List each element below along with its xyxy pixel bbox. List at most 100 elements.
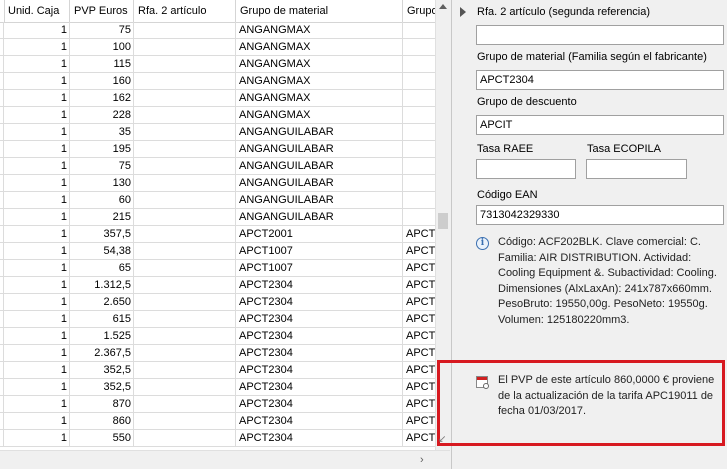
cell-rfa2[interactable] <box>134 430 236 446</box>
table-row[interactable]: 1 615 APCT2304 APCT <box>0 311 435 328</box>
cell-rfa2[interactable] <box>134 311 236 327</box>
articles-grid[interactable]: Unid. Caja PVP Euros Rfa. 2 artículo Gru… <box>0 0 450 469</box>
cell-rfa2[interactable] <box>134 226 236 242</box>
cell-grupo[interactable] <box>403 73 435 89</box>
cell-pvp-euros[interactable]: 130 <box>70 175 134 191</box>
cell-grupo[interactable]: APCT <box>403 328 435 344</box>
cell-pvp-euros[interactable]: 195 <box>70 141 134 157</box>
cell-rfa2[interactable] <box>134 192 236 208</box>
cell-rfa2[interactable] <box>134 413 236 429</box>
cell-grupo[interactable] <box>403 56 435 72</box>
column-header-rfa2[interactable]: Rfa. 2 artículo <box>134 0 236 22</box>
resize-grip-icon[interactable]: ↙ <box>438 434 446 445</box>
cell-unid-caja[interactable]: 1 <box>4 107 70 123</box>
cell-grupo[interactable]: APCT <box>403 260 435 276</box>
column-header-grupo-material[interactable]: Grupo de material <box>236 0 403 22</box>
cell-rfa2[interactable] <box>134 175 236 191</box>
cell-pvp-euros[interactable]: 615 <box>70 311 134 327</box>
cell-grupo-material[interactable]: ANGANGMAX <box>236 56 403 72</box>
cell-unid-caja[interactable]: 1 <box>4 124 70 140</box>
scroll-right-arrow-icon[interactable]: › <box>420 454 424 466</box>
cell-grupo-material[interactable]: APCT2304 <box>236 430 403 446</box>
cell-grupo-material[interactable]: APCT2304 <box>236 294 403 310</box>
cell-grupo-material[interactable]: ANGANGMAX <box>236 73 403 89</box>
cell-grupo-material[interactable]: APCT2304 <box>236 311 403 327</box>
cell-rfa2[interactable] <box>134 277 236 293</box>
cell-unid-caja[interactable]: 1 <box>4 22 70 38</box>
cell-grupo-material[interactable]: ANGANGMAX <box>236 39 403 55</box>
cell-pvp-euros[interactable]: 162 <box>70 90 134 106</box>
cell-unid-caja[interactable]: 1 <box>4 56 70 72</box>
cell-grupo[interactable]: APCT <box>403 362 435 378</box>
cell-grupo[interactable] <box>403 209 435 225</box>
grupo-descuento-input[interactable] <box>476 115 724 135</box>
cell-pvp-euros[interactable]: 550 <box>70 430 134 446</box>
table-row[interactable]: 1 75 ANGANGUILABAR <box>0 158 435 175</box>
cell-rfa2[interactable] <box>134 56 236 72</box>
cell-pvp-euros[interactable]: 35 <box>70 124 134 140</box>
table-row[interactable]: 1 35 ANGANGUILABAR <box>0 124 435 141</box>
cell-unid-caja[interactable]: 1 <box>4 209 70 225</box>
table-row[interactable]: 1 228 ANGANGMAX <box>0 107 435 124</box>
cell-rfa2[interactable] <box>134 328 236 344</box>
cell-grupo[interactable]: APCT <box>403 413 435 429</box>
scroll-thumb[interactable] <box>438 213 448 229</box>
table-row[interactable]: 1 215 ANGANGUILABAR <box>0 209 435 226</box>
cell-grupo-material[interactable]: APCT1007 <box>236 243 403 259</box>
cell-grupo-material[interactable]: APCT2304 <box>236 277 403 293</box>
cell-pvp-euros[interactable]: 54,38 <box>70 243 134 259</box>
cell-rfa2[interactable] <box>134 243 236 259</box>
cell-unid-caja[interactable]: 1 <box>4 413 70 429</box>
cell-grupo[interactable] <box>403 192 435 208</box>
cell-grupo-material[interactable]: APCT2001 <box>236 226 403 242</box>
cell-grupo[interactable] <box>403 175 435 191</box>
codigo-ean-input[interactable] <box>476 205 724 225</box>
cell-pvp-euros[interactable]: 65 <box>70 260 134 276</box>
cell-grupo-material[interactable]: ANGANGUILABAR <box>236 192 403 208</box>
cell-unid-caja[interactable]: 1 <box>4 277 70 293</box>
cell-grupo[interactable]: APCT <box>403 396 435 412</box>
cell-grupo-material[interactable]: ANGANGMAX <box>236 90 403 106</box>
cell-grupo[interactable] <box>403 141 435 157</box>
cell-pvp-euros[interactable]: 860 <box>70 413 134 429</box>
cell-unid-caja[interactable]: 1 <box>4 362 70 378</box>
table-row[interactable]: 1 357,5 APCT2001 APCT <box>0 226 435 243</box>
cell-grupo-material[interactable]: ANGANGUILABAR <box>236 158 403 174</box>
cell-unid-caja[interactable]: 1 <box>4 294 70 310</box>
cell-rfa2[interactable] <box>134 294 236 310</box>
cell-unid-caja[interactable]: 1 <box>4 90 70 106</box>
cell-grupo[interactable]: APCT <box>403 243 435 259</box>
cell-unid-caja[interactable]: 1 <box>4 175 70 191</box>
column-header-unid-caja[interactable]: Unid. Caja <box>4 0 70 22</box>
cell-pvp-euros[interactable]: 357,5 <box>70 226 134 242</box>
cell-grupo-material[interactable]: APCT2304 <box>236 379 403 395</box>
cell-unid-caja[interactable]: 1 <box>4 73 70 89</box>
cell-grupo-material[interactable]: APCT2304 <box>236 396 403 412</box>
table-row[interactable]: 1 352,5 APCT2304 APCT <box>0 379 435 396</box>
cell-pvp-euros[interactable]: 75 <box>70 158 134 174</box>
cell-pvp-euros[interactable]: 215 <box>70 209 134 225</box>
cell-pvp-euros[interactable]: 2.367,5 <box>70 345 134 361</box>
cell-pvp-euros[interactable]: 1.525 <box>70 328 134 344</box>
table-row[interactable]: 1 2.650 APCT2304 APCT <box>0 294 435 311</box>
cell-grupo[interactable]: APCT <box>403 277 435 293</box>
cell-grupo-material[interactable]: ANGANGUILABAR <box>236 175 403 191</box>
table-row[interactable]: 1 100 ANGANGMAX <box>0 39 435 56</box>
cell-rfa2[interactable] <box>134 209 236 225</box>
table-row[interactable]: 1 130 ANGANGUILABAR <box>0 175 435 192</box>
cell-pvp-euros[interactable]: 100 <box>70 39 134 55</box>
table-row[interactable]: 1 75 ANGANGMAX <box>0 22 435 39</box>
cell-unid-caja[interactable]: 1 <box>4 39 70 55</box>
table-row[interactable]: 1 65 APCT1007 APCT <box>0 260 435 277</box>
cell-rfa2[interactable] <box>134 396 236 412</box>
table-row[interactable]: 1 550 APCT2304 APCT <box>0 430 435 447</box>
cell-rfa2[interactable] <box>134 362 236 378</box>
cell-grupo-material[interactable]: ANGANGUILABAR <box>236 141 403 157</box>
table-row[interactable]: 1 1.312,5 APCT2304 APCT <box>0 277 435 294</box>
cell-grupo-material[interactable]: ANGANGUILABAR <box>236 209 403 225</box>
cell-grupo[interactable]: APCT <box>403 430 435 446</box>
cell-rfa2[interactable] <box>134 73 236 89</box>
cell-pvp-euros[interactable]: 2.650 <box>70 294 134 310</box>
cell-grupo[interactable] <box>403 22 435 38</box>
scroll-up-arrow-icon[interactable] <box>439 4 447 9</box>
